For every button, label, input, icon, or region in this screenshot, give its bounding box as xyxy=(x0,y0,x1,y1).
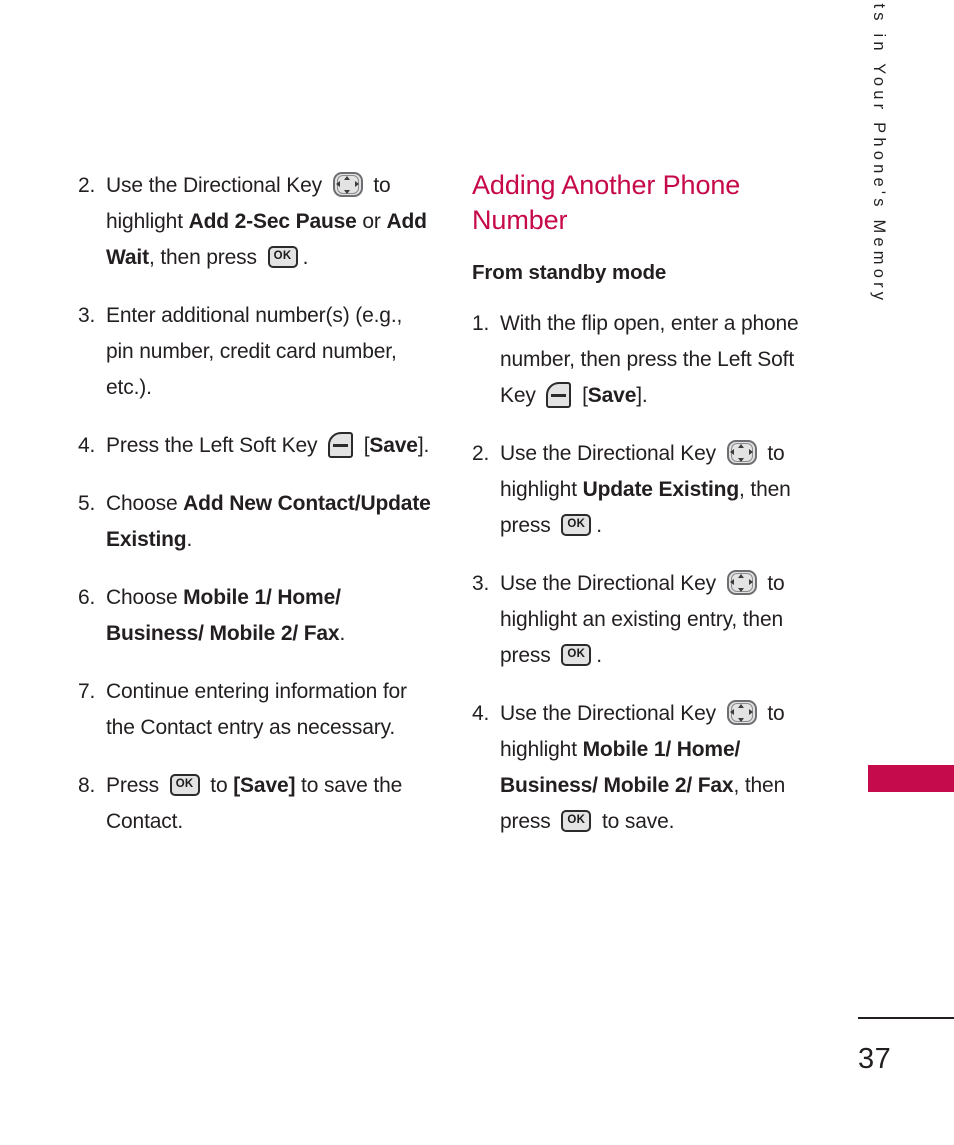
step-item: 7. Continue entering information for the … xyxy=(78,674,434,746)
step-number: 4. xyxy=(78,434,96,457)
step-text-emphasis: Save xyxy=(369,434,418,457)
step-text: ]. xyxy=(636,384,648,407)
step-item: 5. Choose Add New Contact/Update Existing… xyxy=(78,486,434,558)
directional-key-icon xyxy=(332,172,363,197)
right-column: Adding Another Phone Number From standby… xyxy=(472,168,828,840)
step-text: Use the Directional Key xyxy=(500,442,722,465)
page-number: 37 xyxy=(858,1043,892,1075)
left-column: 2. Use the Directional Key to highlight A… xyxy=(78,168,434,840)
step-item: 2. Use the Directional Key to highlight U… xyxy=(472,436,828,544)
step-text: Use the Directional Key xyxy=(500,572,722,595)
step-number: 3. xyxy=(78,304,96,327)
ok-key-icon: OK xyxy=(267,246,298,268)
step-text: Use the Directional Key xyxy=(106,174,328,197)
step-text: . xyxy=(596,644,602,667)
step-number: 8. xyxy=(78,774,96,797)
step-number: 7. xyxy=(78,680,96,703)
ok-key-icon: OK xyxy=(561,644,592,666)
section-heading: Adding Another Phone Number xyxy=(472,170,741,235)
step-item: 4. Use the Directional Key to highlight M… xyxy=(472,696,828,840)
step-number: 4. xyxy=(472,702,490,725)
ok-key-icon: OK xyxy=(561,514,592,536)
step-text: Use the Directional Key xyxy=(500,702,722,725)
step-number: 2. xyxy=(78,174,96,197)
step-text-emphasis: Update Existing xyxy=(582,478,740,501)
directional-key-icon xyxy=(726,440,757,465)
ok-key-icon: OK xyxy=(561,810,592,832)
step-text: . xyxy=(596,514,602,537)
side-tab-marker xyxy=(868,765,954,792)
left-soft-key-icon xyxy=(328,432,354,458)
step-text: . xyxy=(339,622,346,645)
step-item: 3. Enter additional number(s) (e.g., pin … xyxy=(78,298,434,406)
step-text: Choose xyxy=(106,586,184,609)
step-text: Press xyxy=(106,774,165,797)
ok-key-icon: OK xyxy=(169,774,200,796)
step-text: [ xyxy=(358,434,370,457)
step-item: 1. With the flip open, enter a phone numb… xyxy=(472,306,828,414)
step-text: to xyxy=(204,774,234,797)
step-item: 6. Choose Mobile 1/ Home/ Business/ Mobil… xyxy=(78,580,434,652)
step-text: Continue entering information for the Co… xyxy=(106,680,407,739)
step-text: Press the Left Soft Key xyxy=(106,434,324,457)
step-number: 3. xyxy=(472,572,490,595)
step-text: Choose xyxy=(106,492,184,515)
step-text: Enter additional number(s) (e.g., pin nu… xyxy=(106,304,403,399)
step-item: 8. Press OK to [Save] to save the Contact… xyxy=(78,768,434,840)
step-item: 4. Press the Left Soft Key [Save]. xyxy=(78,428,434,464)
step-number: 6. xyxy=(78,586,96,609)
step-text: . xyxy=(302,246,309,269)
step-text: . xyxy=(186,528,193,551)
directional-key-icon xyxy=(726,570,757,595)
step-text: to save. xyxy=(596,810,675,833)
footer-divider xyxy=(858,1017,954,1019)
manual-page: 2. Use the Directional Key to highlight A… xyxy=(0,0,954,1145)
subsection-heading: From standby mode xyxy=(472,261,667,284)
step-text: With the flip open, enter a phone number… xyxy=(500,312,799,407)
left-soft-key-icon xyxy=(546,382,572,408)
step-text: , then press xyxy=(148,246,263,269)
step-number: 5. xyxy=(78,492,96,515)
step-number: 2. xyxy=(472,442,490,465)
step-item: 3. Use the Directional Key to highlight a… xyxy=(472,566,828,674)
step-text-emphasis: Add 2-Sec Pause xyxy=(188,210,357,233)
step-text: ]. xyxy=(417,434,430,457)
step-text-emphasis: Save xyxy=(587,384,637,407)
side-tab-label: Contacts in Your Phone's Memory xyxy=(870,0,888,305)
directional-key-icon xyxy=(726,700,757,725)
step-item: 2. Use the Directional Key to highlight A… xyxy=(78,168,434,276)
step-text: [ xyxy=(576,384,588,407)
step-number: 1. xyxy=(472,312,490,335)
step-text: or xyxy=(356,210,387,233)
right-step-list: 1. With the flip open, enter a phone numb… xyxy=(472,306,828,840)
step-text-emphasis: [Save] xyxy=(233,774,296,797)
left-step-list: 2. Use the Directional Key to highlight A… xyxy=(78,168,434,840)
